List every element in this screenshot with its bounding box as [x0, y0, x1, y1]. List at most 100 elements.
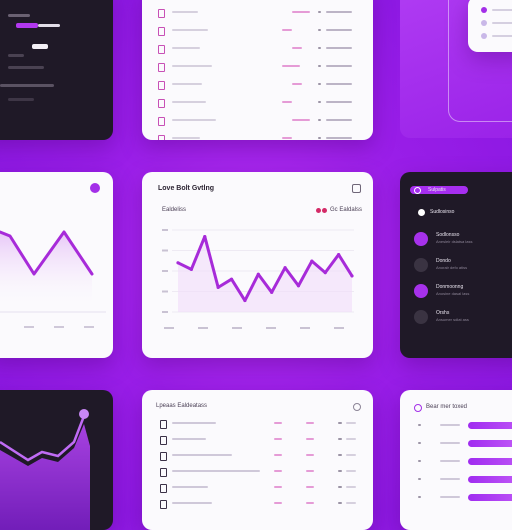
- doc-icon: [158, 99, 165, 108]
- table-row-value: [274, 454, 282, 456]
- table-row-line: [172, 502, 212, 504]
- table-row-mark: [338, 422, 342, 424]
- sidebar-item-label[interactable]: Dondo: [436, 258, 451, 264]
- top-left-active-pill[interactable]: [16, 23, 38, 28]
- bottom-right-card: Bear mer toxed: [400, 390, 512, 530]
- list-row-line: [172, 119, 216, 121]
- table-row-mark: [338, 470, 342, 472]
- data-point[interactable]: [189, 267, 193, 271]
- list-row-code: [326, 137, 352, 139]
- list-row-line: [172, 11, 198, 13]
- table-row-value: [306, 486, 314, 488]
- doc-icon: [160, 420, 167, 429]
- table-row-line: [172, 470, 260, 472]
- x-tick-label: [232, 327, 242, 329]
- bar-row-mark: [418, 442, 421, 444]
- doc-icon: [158, 27, 165, 36]
- list-row-code: [326, 83, 352, 85]
- list-row-code: [326, 65, 352, 67]
- progress-bar: [468, 458, 512, 465]
- sidebar-item-sub: Anesleir dslatsa lass: [436, 239, 473, 244]
- y-tick-label: [162, 311, 168, 313]
- top-list-card: [142, 0, 373, 140]
- table-row-value: [274, 470, 282, 472]
- x-tick-label: [334, 327, 344, 329]
- data-point[interactable]: [243, 298, 247, 303]
- bar-row-label: [440, 478, 460, 480]
- list-row-value: [292, 83, 302, 85]
- list-row-mark: [318, 137, 321, 139]
- list-row-line: [172, 101, 206, 103]
- list-row-code: [326, 11, 352, 13]
- top-left-row: [8, 54, 24, 57]
- doc-icon: [158, 117, 165, 126]
- table-row-value: [306, 502, 314, 504]
- table-row-code: [346, 454, 356, 456]
- sidebar-item-sub: Ansumer sdlat ass: [436, 317, 469, 322]
- list-row-value: [292, 47, 302, 49]
- table-row-value: [274, 502, 282, 504]
- outline-frame: [448, 0, 512, 122]
- y-tick-label: [162, 270, 168, 272]
- sidebar-item-avatar[interactable]: [414, 232, 428, 246]
- table-row-value: [274, 422, 282, 424]
- list-row-line: [172, 65, 212, 67]
- bar-row-mark: [418, 424, 421, 426]
- data-point[interactable]: [229, 277, 234, 281]
- bottom-table-title: Lpeaas Ealdeatass: [156, 403, 208, 409]
- table-row-line: [172, 422, 216, 424]
- data-point[interactable]: [270, 290, 274, 294]
- bottom-table-card: Lpeaas Ealdeatass: [142, 390, 373, 530]
- data-point[interactable]: [283, 266, 287, 270]
- sidebar-item-avatar[interactable]: [414, 258, 428, 272]
- bar-row-label: [440, 442, 460, 444]
- list-row-line: [172, 47, 200, 49]
- list-row-mark: [318, 101, 321, 103]
- data-point[interactable]: [323, 271, 327, 275]
- table-row-code: [346, 422, 356, 424]
- left-chart-svg: [0, 230, 106, 328]
- series-area: [178, 236, 352, 312]
- sidebar-item-label[interactable]: Orshs: [436, 310, 449, 316]
- doc-icon: [158, 45, 165, 54]
- progress-bar: [468, 494, 512, 501]
- sidebar-item-label[interactable]: Donmoonng: [436, 284, 463, 290]
- doc-icon: [158, 63, 165, 72]
- data-point[interactable]: [296, 284, 301, 288]
- doc-icon: [158, 9, 165, 18]
- bar-row-label: [440, 460, 460, 462]
- sidebar-item-label[interactable]: Sodlonsso: [436, 232, 459, 238]
- bottom-right-menu-icon[interactable]: [414, 404, 422, 412]
- table-row-code: [346, 502, 356, 504]
- sidebar-item-avatar[interactable]: [414, 310, 428, 324]
- list-row-line: [172, 137, 200, 139]
- list-row-mark: [318, 119, 321, 121]
- top-left-row: [8, 66, 44, 69]
- data-point[interactable]: [310, 259, 314, 263]
- sidebar-item-avatar[interactable]: [414, 284, 428, 298]
- data-point[interactable]: [203, 234, 207, 239]
- list-row-line: [172, 29, 208, 31]
- sidebar-item-label[interactable]: Sudlosinso: [430, 209, 454, 215]
- doc-icon: [160, 500, 167, 509]
- data-point[interactable]: [350, 274, 354, 278]
- data-point[interactable]: [176, 261, 180, 265]
- list-row-value: [282, 65, 300, 67]
- list-row-value: [292, 119, 310, 121]
- sidebar-item-sub: Anoralr defo atiss: [436, 265, 468, 270]
- x-tick-label: [266, 327, 276, 329]
- list-row-mark: [318, 47, 321, 49]
- bar-row-label: [440, 496, 460, 498]
- y-tick-label: [162, 290, 168, 293]
- top-left-row: [0, 84, 54, 87]
- table-row-code: [346, 470, 356, 472]
- table-row-mark: [338, 454, 342, 456]
- table-row-line: [172, 486, 208, 488]
- doc-icon: [160, 484, 167, 493]
- data-point[interactable]: [256, 272, 260, 276]
- filter-icon[interactable]: [353, 403, 361, 411]
- bottom-left-chart-svg: [0, 409, 90, 530]
- table-row-line: [172, 438, 206, 440]
- data-point[interactable]: [337, 253, 341, 257]
- data-point[interactable]: [216, 285, 220, 289]
